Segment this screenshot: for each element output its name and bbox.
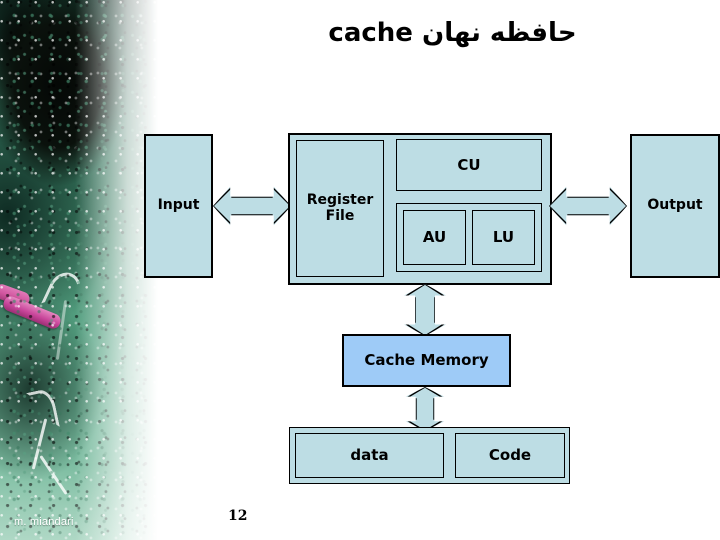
slide-canvas: m. miandari cache حافظه نهان Input Regis… — [0, 0, 720, 540]
cache-memory-label: Cache Memory — [364, 351, 489, 370]
cpu-cache-arrow — [404, 284, 446, 336]
output-box: Output — [630, 134, 720, 278]
cache-memory-box: Cache Memory — [342, 334, 511, 387]
cache-memory-arrow — [405, 387, 445, 431]
cpu-cache-arrow-shape — [404, 284, 446, 336]
input-cpu-arrow — [213, 186, 291, 226]
au-box: AU — [403, 210, 466, 265]
input-cpu-arrow-shape — [213, 186, 291, 226]
code-box: Code — [455, 433, 565, 478]
chalkboard-bottom-fade — [0, 0, 165, 540]
code-label: Code — [488, 446, 532, 465]
data-box: data — [295, 433, 444, 478]
data-label: data — [350, 446, 389, 465]
author-credit: m. miandari — [14, 516, 74, 528]
register-file-label: Register File — [306, 191, 374, 224]
lu-box: LU — [472, 210, 535, 265]
cpu-output-arrow — [549, 186, 627, 226]
slide-title: cache حافظه نهان — [328, 18, 577, 48]
page-number: 12 — [228, 508, 248, 524]
cu-box: CU — [396, 139, 542, 191]
lu-label: LU — [492, 228, 515, 247]
au-label: AU — [422, 228, 447, 247]
cpu-output-arrow-shape — [549, 186, 627, 226]
input-box: Input — [144, 134, 213, 278]
register-file-box: Register File — [296, 140, 384, 277]
decorative-chalkboard-image: m. miandari — [0, 0, 165, 540]
input-label: Input — [157, 197, 200, 214]
output-label: Output — [647, 197, 703, 214]
cache-memory-arrow-shape — [405, 387, 445, 431]
cu-label: CU — [457, 155, 481, 174]
